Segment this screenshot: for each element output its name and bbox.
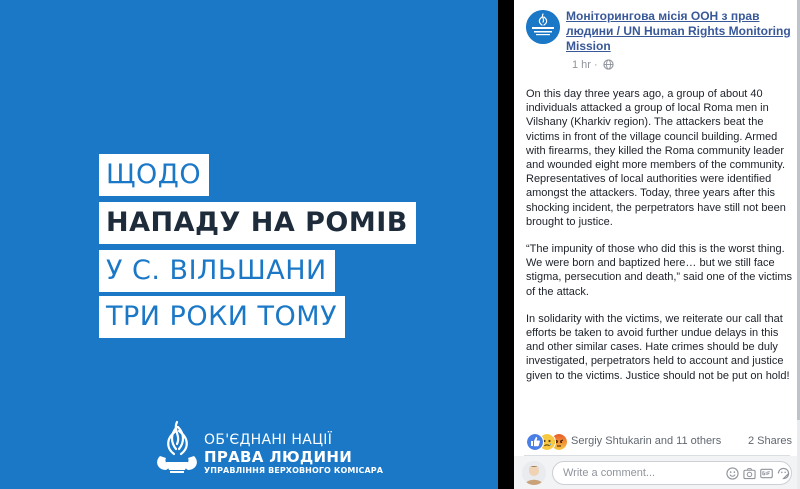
- org-name-line-1: ОБ'ЄДНАНІ НАЦІЇ: [204, 432, 333, 448]
- post-time[interactable]: 1 hr: [572, 59, 591, 71]
- comment-area: Write a comment...: [514, 456, 800, 489]
- org-name: ОБ'ЄДНАНІ НАЦІЇ ПРАВА ЛЮДИНИ УПРАВЛІННЯ …: [204, 432, 383, 476]
- post-paragraph-1: On this day three years ago, a group of …: [526, 88, 786, 228]
- post-body: On this day three years ago, a group of …: [526, 87, 796, 396]
- headline-line-2: НАПАДУ НА РОМІВ: [99, 202, 416, 244]
- headline-line-4: ТРИ РОКИ ТОМУ: [99, 296, 346, 338]
- reaction-names[interactable]: Sergiy Shtukarin and 11 others: [571, 435, 721, 447]
- post-image[interactable]: ЩОДО НАПАДУ НА РОМІВ У С. ВІЛЬШАНИ ТРИ Р…: [0, 0, 498, 489]
- page-avatar[interactable]: [526, 10, 560, 44]
- post-meta: 1 hr ·: [572, 59, 614, 71]
- post-paragraph-2: “The impunity of those who did this is t…: [526, 243, 792, 298]
- comment-input[interactable]: Write a comment...: [552, 461, 792, 485]
- comment-placeholder: Write a comment...: [563, 467, 656, 479]
- page-name-link[interactable]: Моніторингова місія ООН з прав людини / …: [566, 9, 794, 54]
- org-name-line-2: ПРАВА ЛЮДИНИ: [204, 448, 353, 466]
- headline-line-3: У С. ВІЛЬШАНИ: [99, 250, 335, 292]
- page-avatar-logo-icon: [526, 10, 560, 44]
- post-paragraph-3: In solidarity with the victims, we reite…: [526, 312, 790, 382]
- reactions-bar: Sergiy Shtukarin and 11 others 2 Shares: [526, 433, 792, 451]
- camera-icon[interactable]: [743, 467, 756, 480]
- shares-count[interactable]: 2 Shares: [748, 435, 792, 447]
- user-avatar[interactable]: [522, 461, 546, 485]
- like-icon[interactable]: [526, 433, 544, 451]
- un-human-rights-logo-icon: [157, 420, 197, 473]
- sticker-icon[interactable]: [777, 467, 790, 480]
- org-name-line-3: УПРАВЛІННЯ ВЕРХОВНОГО КОМІСАРА: [204, 466, 384, 475]
- headline-line-1: ЩОДО: [99, 154, 210, 196]
- user-avatar-icon: [522, 461, 546, 485]
- post-panel: Моніторингова місія ООН з прав людини / …: [514, 0, 800, 489]
- emoji-icon[interactable]: [726, 467, 739, 480]
- globe-icon[interactable]: [603, 59, 614, 70]
- gif-icon[interactable]: [760, 467, 773, 480]
